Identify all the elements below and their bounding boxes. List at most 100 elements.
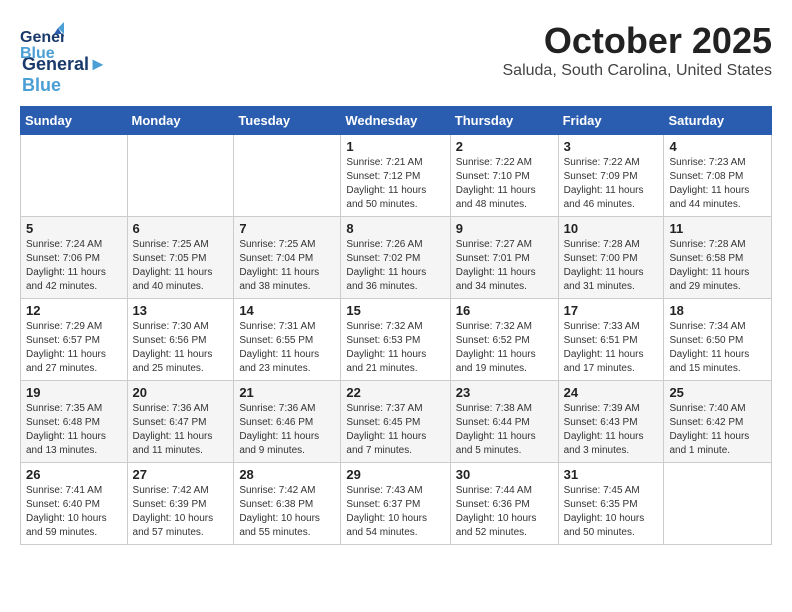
day-cell: 22Sunrise: 7:37 AM Sunset: 6:45 PM Dayli… [341, 381, 450, 463]
day-info: Sunrise: 7:28 AM Sunset: 7:00 PM Dayligh… [564, 238, 659, 294]
day-cell: 7 Sunrise: 7:25 AM Sunset: 7:04 PM Daylig… [234, 217, 341, 299]
day-cell: 19 Sunrise: 7:35 AM Sunset: 6:48 PM Dayli… [21, 381, 128, 463]
day-info: Sunrise: 7:28 AM Sunset: 6:58 PM Dayligh… [669, 238, 766, 294]
week-row-1: 1Sunrise: 7:21 AM Sunset: 7:12 PM Daylig… [21, 135, 772, 217]
day-info: Sunrise: 7:33 AM Sunset: 6:51 PM Dayligh… [564, 320, 659, 376]
day-number: 15 [346, 303, 444, 318]
day-number: 31 [564, 467, 659, 482]
day-info: Sunrise: 7:30 AM Sunset: 6:56 PM Dayligh… [133, 320, 229, 376]
logo-icon: General Blue [20, 20, 64, 64]
day-info: Sunrise: 7:22 AM Sunset: 7:09 PM Dayligh… [564, 156, 659, 212]
day-info: Sunrise: 7:34 AM Sunset: 6:50 PM Dayligh… [669, 320, 766, 376]
logo-blue: Blue [22, 75, 61, 95]
day-info: Sunrise: 7:41 AM Sunset: 6:40 PM Dayligh… [26, 484, 122, 540]
day-info: Sunrise: 7:35 AM Sunset: 6:48 PM Dayligh… [26, 402, 122, 458]
day-cell: 2Sunrise: 7:22 AM Sunset: 7:10 PM Daylig… [450, 135, 558, 217]
day-info: Sunrise: 7:29 AM Sunset: 6:57 PM Dayligh… [26, 320, 122, 376]
day-cell: 30Sunrise: 7:44 AM Sunset: 6:36 PM Dayli… [450, 463, 558, 545]
day-info: Sunrise: 7:42 AM Sunset: 6:38 PM Dayligh… [239, 484, 335, 540]
day-cell: 26 Sunrise: 7:41 AM Sunset: 6:40 PM Dayli… [21, 463, 128, 545]
day-cell: 9 Sunrise: 7:27 AM Sunset: 7:01 PM Daylig… [450, 217, 558, 299]
day-number: 9 [456, 221, 553, 236]
day-number: 10 [564, 221, 659, 236]
day-cell: 8Sunrise: 7:26 AM Sunset: 7:02 PM Daylig… [341, 217, 450, 299]
day-number: 28 [239, 467, 335, 482]
title-block: October 2025 Saluda, South Carolina, Uni… [503, 20, 773, 80]
day-cell: 27Sunrise: 7:42 AM Sunset: 6:39 PM Dayli… [127, 463, 234, 545]
day-cell: 3Sunrise: 7:22 AM Sunset: 7:09 PM Daylig… [558, 135, 664, 217]
day-info: Sunrise: 7:37 AM Sunset: 6:45 PM Dayligh… [346, 402, 444, 458]
day-cell: 16 Sunrise: 7:32 AM Sunset: 6:52 PM Dayli… [450, 299, 558, 381]
day-cell: 21Sunrise: 7:36 AM Sunset: 6:46 PM Dayli… [234, 381, 341, 463]
day-cell [234, 135, 341, 217]
day-number: 6 [133, 221, 229, 236]
day-cell: 15 Sunrise: 7:32 AM Sunset: 6:53 PM Dayli… [341, 299, 450, 381]
page-header: General Blue General► Blue October 2025 … [20, 20, 772, 96]
day-cell: 13 Sunrise: 7:30 AM Sunset: 6:56 PM Dayli… [127, 299, 234, 381]
day-number: 4 [669, 139, 766, 154]
day-number: 19 [26, 385, 122, 400]
day-cell: 31Sunrise: 7:45 AM Sunset: 6:35 PM Dayli… [558, 463, 664, 545]
day-info: Sunrise: 7:25 AM Sunset: 7:04 PM Dayligh… [239, 238, 335, 294]
day-info: Sunrise: 7:44 AM Sunset: 6:36 PM Dayligh… [456, 484, 553, 540]
week-row-2: 5Sunrise: 7:24 AM Sunset: 7:06 PM Daylig… [21, 217, 772, 299]
day-info: Sunrise: 7:39 AM Sunset: 6:43 PM Dayligh… [564, 402, 659, 458]
day-info: Sunrise: 7:31 AM Sunset: 6:55 PM Dayligh… [239, 320, 335, 376]
day-cell: 23 Sunrise: 7:38 AM Sunset: 6:44 PM Dayli… [450, 381, 558, 463]
day-number: 14 [239, 303, 335, 318]
day-cell: 28 Sunrise: 7:42 AM Sunset: 6:38 PM Dayli… [234, 463, 341, 545]
day-number: 5 [26, 221, 122, 236]
day-number: 20 [133, 385, 229, 400]
week-row-5: 26 Sunrise: 7:41 AM Sunset: 6:40 PM Dayli… [21, 463, 772, 545]
day-number: 26 [26, 467, 122, 482]
day-number: 2 [456, 139, 553, 154]
week-row-4: 19 Sunrise: 7:35 AM Sunset: 6:48 PM Dayli… [21, 381, 772, 463]
logo: General Blue General► Blue [20, 20, 107, 96]
location: Saluda, South Carolina, United States [503, 62, 773, 80]
day-number: 18 [669, 303, 766, 318]
weekday-header-wednesday: Wednesday [341, 107, 450, 135]
day-cell [21, 135, 128, 217]
day-info: Sunrise: 7:40 AM Sunset: 6:42 PM Dayligh… [669, 402, 766, 458]
day-cell: 4 Sunrise: 7:23 AM Sunset: 7:08 PM Daylig… [664, 135, 772, 217]
day-cell: 25 Sunrise: 7:40 AM Sunset: 6:42 PM Dayli… [664, 381, 772, 463]
weekday-header-saturday: Saturday [664, 107, 772, 135]
day-cell [127, 135, 234, 217]
day-info: Sunrise: 7:38 AM Sunset: 6:44 PM Dayligh… [456, 402, 553, 458]
day-number: 13 [133, 303, 229, 318]
day-cell: 18 Sunrise: 7:34 AM Sunset: 6:50 PM Dayli… [664, 299, 772, 381]
weekday-header-monday: Monday [127, 107, 234, 135]
day-cell: 12Sunrise: 7:29 AM Sunset: 6:57 PM Dayli… [21, 299, 128, 381]
day-info: Sunrise: 7:25 AM Sunset: 7:05 PM Dayligh… [133, 238, 229, 294]
svg-text:Blue: Blue [20, 45, 55, 62]
day-cell: 1Sunrise: 7:21 AM Sunset: 7:12 PM Daylig… [341, 135, 450, 217]
day-number: 16 [456, 303, 553, 318]
day-number: 24 [564, 385, 659, 400]
day-cell: 14 Sunrise: 7:31 AM Sunset: 6:55 PM Dayli… [234, 299, 341, 381]
day-cell: 10 Sunrise: 7:28 AM Sunset: 7:00 PM Dayli… [558, 217, 664, 299]
day-number: 17 [564, 303, 659, 318]
day-number: 7 [239, 221, 335, 236]
day-info: Sunrise: 7:23 AM Sunset: 7:08 PM Dayligh… [669, 156, 766, 212]
day-info: Sunrise: 7:32 AM Sunset: 6:53 PM Dayligh… [346, 320, 444, 376]
day-info: Sunrise: 7:27 AM Sunset: 7:01 PM Dayligh… [456, 238, 553, 294]
week-row-3: 12Sunrise: 7:29 AM Sunset: 6:57 PM Dayli… [21, 299, 772, 381]
day-number: 23 [456, 385, 553, 400]
weekday-header-thursday: Thursday [450, 107, 558, 135]
day-cell: 6 Sunrise: 7:25 AM Sunset: 7:05 PM Daylig… [127, 217, 234, 299]
day-info: Sunrise: 7:32 AM Sunset: 6:52 PM Dayligh… [456, 320, 553, 376]
day-number: 27 [133, 467, 229, 482]
day-info: Sunrise: 7:43 AM Sunset: 6:37 PM Dayligh… [346, 484, 444, 540]
weekday-header-row: SundayMondayTuesdayWednesdayThursdayFrid… [21, 107, 772, 135]
weekday-header-friday: Friday [558, 107, 664, 135]
day-number: 11 [669, 221, 766, 236]
calendar-table: SundayMondayTuesdayWednesdayThursdayFrid… [20, 106, 772, 545]
day-info: Sunrise: 7:36 AM Sunset: 6:47 PM Dayligh… [133, 402, 229, 458]
day-info: Sunrise: 7:21 AM Sunset: 7:12 PM Dayligh… [346, 156, 444, 212]
day-cell: 29Sunrise: 7:43 AM Sunset: 6:37 PM Dayli… [341, 463, 450, 545]
day-number: 25 [669, 385, 766, 400]
day-cell [664, 463, 772, 545]
weekday-header-sunday: Sunday [21, 107, 128, 135]
day-number: 8 [346, 221, 444, 236]
day-cell: 24 Sunrise: 7:39 AM Sunset: 6:43 PM Dayli… [558, 381, 664, 463]
